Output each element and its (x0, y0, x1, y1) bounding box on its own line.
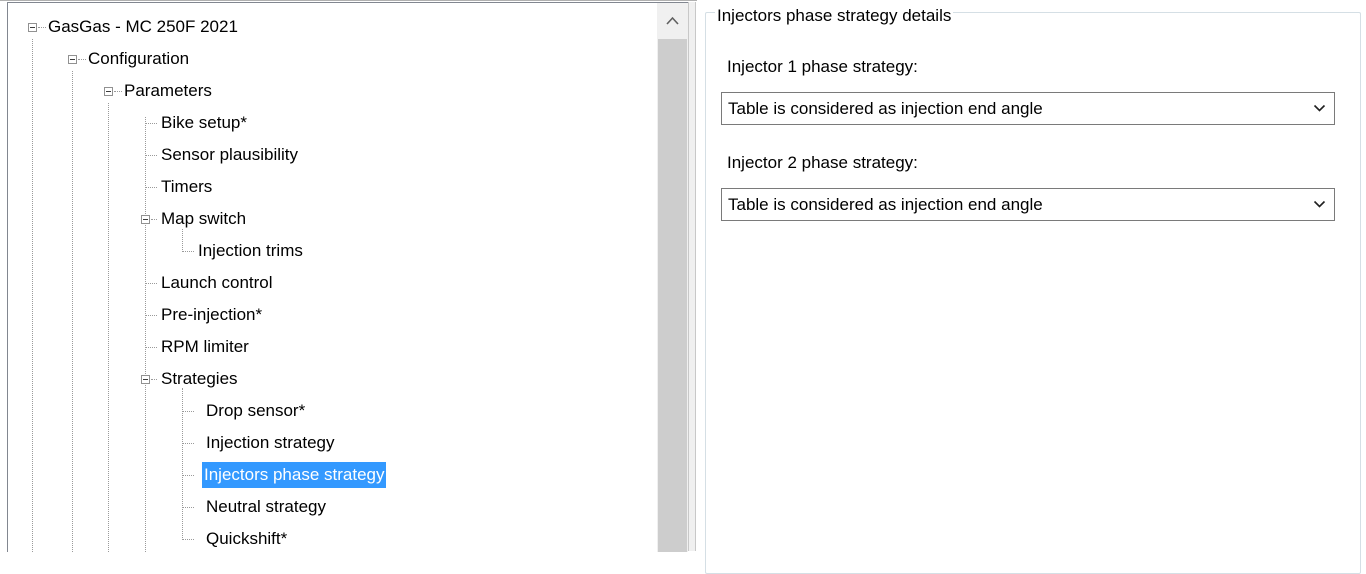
tree-connector (145, 347, 157, 348)
groupbox-title: Injectors phase strategy details (715, 5, 954, 27)
tree-node-configuration[interactable]: Configuration (8, 46, 308, 78)
tree-node-label[interactable]: Injection strategy (204, 432, 337, 454)
chevron-up-icon (666, 16, 679, 25)
tree-connector (182, 539, 194, 540)
injector2-selected-value: Table is considered as injection end ang… (728, 195, 1043, 214)
tree-node-label[interactable]: Map switch (159, 208, 248, 230)
tree-node-label[interactable]: Strategies (159, 368, 240, 390)
tree-connector (78, 59, 86, 60)
tree-node-label[interactable]: Neutral strategy (204, 496, 328, 518)
collapse-icon[interactable] (68, 55, 77, 64)
tree-node-parameters[interactable]: Parameters (8, 78, 308, 110)
tree-node-label-selected[interactable]: Injectors phase strategy (202, 462, 387, 488)
tree-node-label[interactable]: Timers (159, 176, 214, 198)
injector2-label: Injector 2 phase strategy: (727, 153, 918, 172)
tree-connector (114, 91, 122, 92)
tree-node-injection-trims[interactable]: Injection trims (8, 238, 308, 270)
tree-connector (145, 283, 157, 284)
tree-node-neutral-strategy[interactable]: Neutral strategy (8, 494, 326, 526)
injector1-phase-dropdown[interactable]: Table is considered as injection end ang… (721, 92, 1335, 125)
tree-node-label[interactable]: Sensor plausibility (159, 144, 300, 166)
chevron-down-icon (1313, 200, 1326, 208)
tree-node-drop-sensor[interactable]: Drop sensor* (8, 398, 308, 430)
tree-connector (151, 379, 157, 380)
collapse-icon[interactable] (141, 375, 150, 384)
tree-connector (182, 443, 194, 444)
tree-scrollbar[interactable] (657, 3, 688, 552)
tree-node-quickshift[interactable]: Quickshift* (8, 526, 308, 552)
scroll-thumb[interactable] (658, 39, 687, 552)
injector1-selected-value: Table is considered as injection end ang… (728, 99, 1043, 118)
parameter-tree[interactable]: GasGas - MC 250F 2021 Configuration Para… (7, 2, 688, 552)
collapse-icon[interactable] (141, 215, 150, 224)
tree-node-label[interactable]: Drop sensor* (204, 400, 307, 422)
tree-node-map-switch[interactable]: Map switch (8, 206, 308, 238)
tree-node-label[interactable]: Configuration (86, 48, 191, 70)
tree-node-label[interactable]: Quickshift* (204, 528, 289, 550)
scroll-up-button[interactable] (657, 3, 688, 37)
tree-connector (145, 187, 157, 188)
tree-node-strategies[interactable]: Strategies (8, 366, 308, 398)
tree-node-injectors-phase-strategy[interactable]: Injectors phase strategy (8, 462, 448, 494)
tree-connector (182, 411, 194, 412)
tree-node-label[interactable]: Parameters (122, 80, 214, 102)
tree-node-root[interactable]: GasGas - MC 250F 2021 (8, 14, 308, 46)
splitter[interactable] (688, 2, 696, 551)
tree-node-sensor-plausibility[interactable]: Sensor plausibility (8, 142, 308, 174)
tree-node-timers[interactable]: Timers (8, 174, 308, 206)
tree-node-rpm-limiter[interactable]: RPM limiter (8, 334, 308, 366)
tree-node-label[interactable]: Bike setup* (159, 112, 249, 134)
tree-node-label[interactable]: Launch control (159, 272, 275, 294)
tree-node-label[interactable]: RPM limiter (159, 336, 251, 358)
tree-connector (38, 27, 46, 28)
tree-node-label[interactable]: GasGas - MC 250F 2021 (46, 16, 240, 38)
tree-connector (145, 155, 157, 156)
collapse-icon[interactable] (28, 23, 37, 32)
tree-node-label[interactable]: Pre-injection* (159, 304, 264, 326)
tree-node-label[interactable]: Injection trims (196, 240, 305, 262)
chevron-down-icon (1313, 104, 1326, 112)
collapse-icon[interactable] (104, 87, 113, 96)
injector1-label: Injector 1 phase strategy: (727, 57, 918, 76)
injector2-phase-dropdown[interactable]: Table is considered as injection end ang… (721, 188, 1335, 221)
tree-node-pre-injection[interactable]: Pre-injection* (8, 302, 308, 334)
details-panel: Injectors phase strategy details Injecto… (697, 0, 1366, 574)
tree-node-launch-control[interactable]: Launch control (8, 270, 308, 302)
tree-connector (182, 251, 194, 252)
tree-node-injection-strategy[interactable]: Injection strategy (8, 430, 335, 462)
tree-connector (182, 475, 194, 476)
tree-node-bike-setup[interactable]: Bike setup* (8, 110, 308, 142)
tree-connector (145, 123, 157, 124)
tree-connector (145, 315, 157, 316)
tree-connector (182, 507, 194, 508)
tree-connector (151, 219, 157, 220)
